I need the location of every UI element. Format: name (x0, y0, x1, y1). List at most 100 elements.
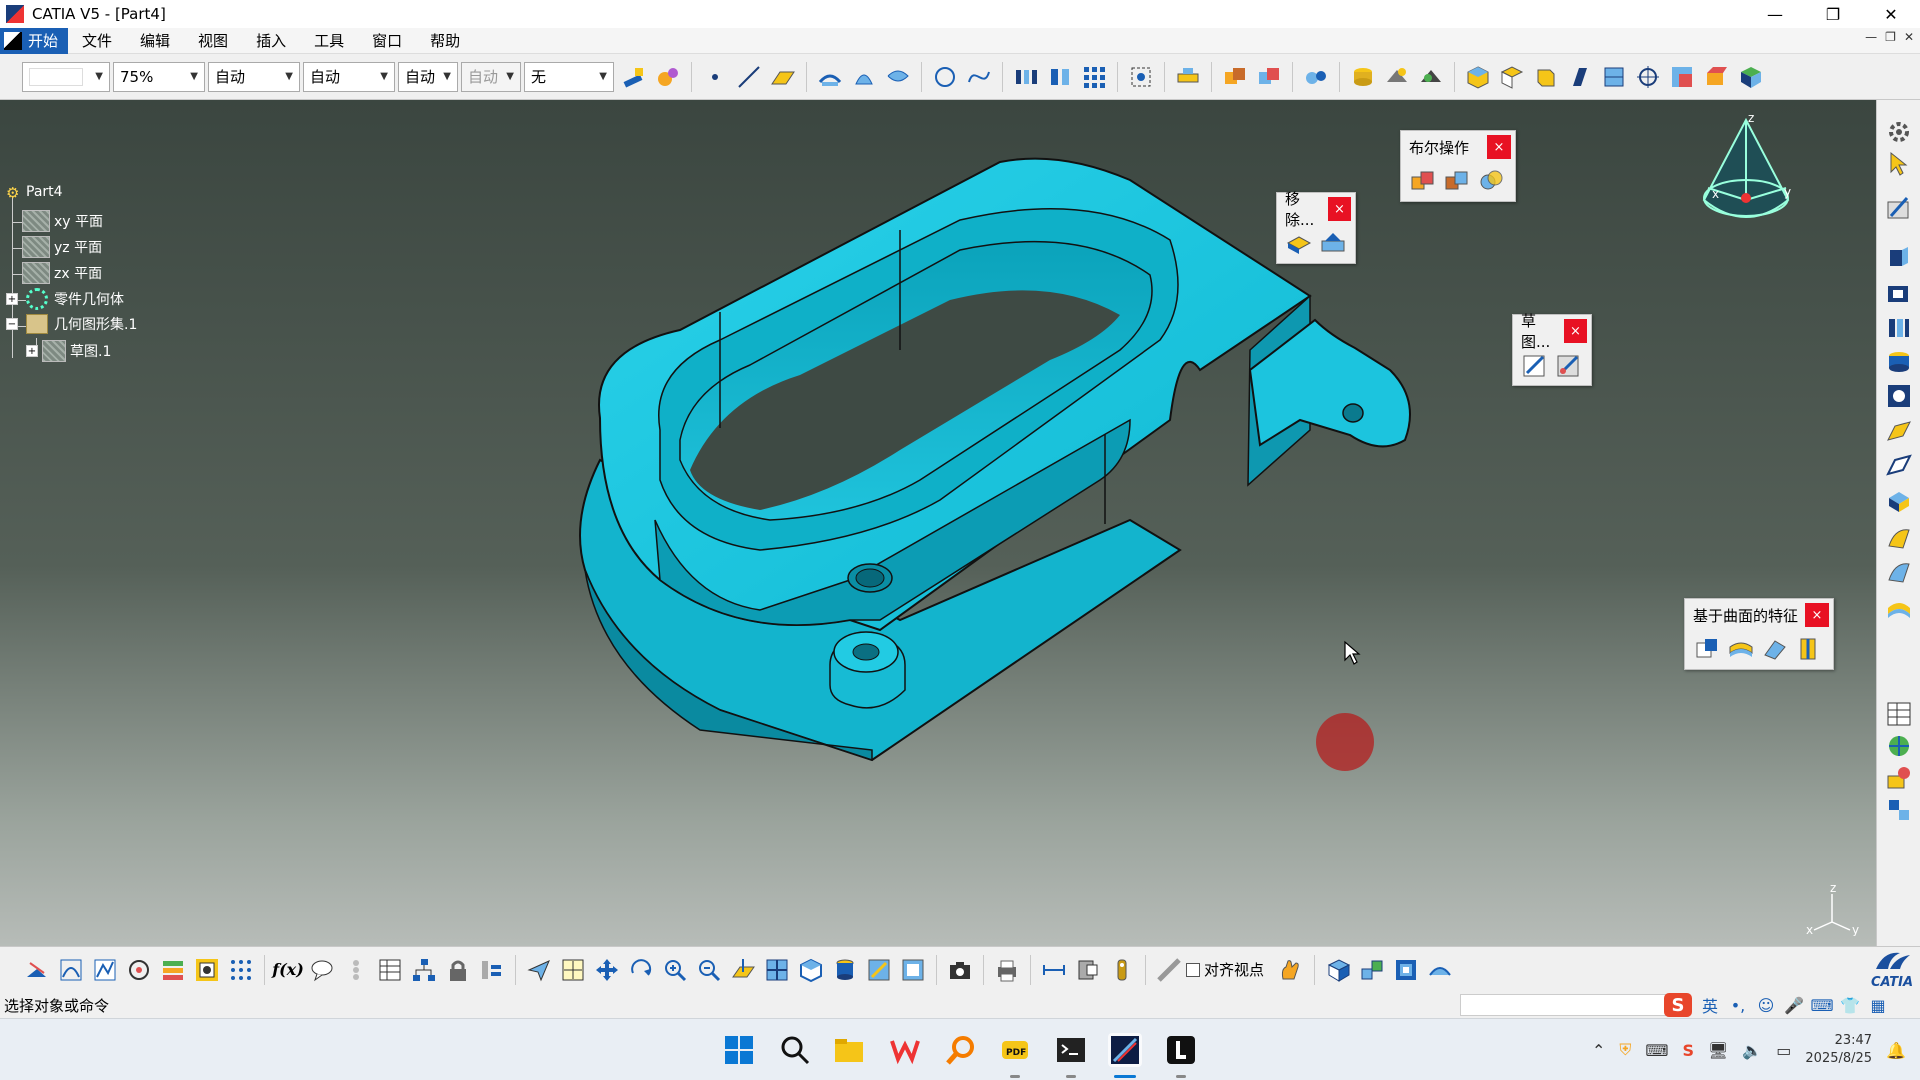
toolbox-icon[interactable]: ▦ (1868, 995, 1888, 1015)
layers-icon[interactable] (159, 956, 187, 984)
volume-icon[interactable]: 🔈 (1742, 1041, 1762, 1060)
file-explorer-icon[interactable] (832, 1033, 866, 1067)
hierarchy-icon[interactable] (410, 956, 438, 984)
repetition-icon[interactable] (1012, 63, 1040, 91)
measure-item-icon[interactable] (1074, 956, 1102, 984)
emoji-icon[interactable]: ☺ (1756, 995, 1776, 1015)
pan-arrows-icon[interactable] (593, 956, 621, 984)
stiffener-icon[interactable] (1885, 488, 1913, 516)
remove-toolbar[interactable]: 移除... × (1276, 190, 1356, 264)
circle-icon[interactable] (931, 63, 959, 91)
split-icon[interactable] (1693, 635, 1721, 663)
shading-icon[interactable] (831, 956, 859, 984)
extrude-surface-icon[interactable] (816, 63, 844, 91)
grid-icon[interactable] (227, 956, 255, 984)
knowledge-icon[interactable] (1885, 796, 1913, 824)
loft-icon[interactable] (1885, 524, 1913, 552)
fit-all-in-icon[interactable] (559, 956, 587, 984)
clock[interactable]: 23:47 2025/8/25 (1805, 1032, 1872, 1068)
toolbar-header[interactable]: 草图... × (1513, 312, 1591, 351)
multi-view-icon[interactable] (763, 956, 791, 984)
toolbar-header[interactable]: 基于曲面的特征 × (1685, 599, 1833, 631)
pdf-reader-icon[interactable]: PDF (998, 1033, 1032, 1067)
color-combo[interactable]: ▼ (22, 61, 110, 92)
add-body-icon[interactable] (1255, 63, 1283, 91)
close-icon[interactable]: × (1487, 135, 1511, 159)
chevron-up-icon[interactable]: ⌃ (1592, 1041, 1605, 1060)
assemble-icon[interactable] (1409, 167, 1437, 195)
iso-view-icon[interactable] (797, 956, 825, 984)
3d-viewport[interactable]: ⚙ Part4 xy 平面 yz 平面 zx 平面 + 零件几何体 − 几何图形… (0, 100, 1876, 946)
lock-icon[interactable] (444, 956, 472, 984)
sketcher-icon[interactable] (1885, 194, 1913, 222)
3d-part-model[interactable] (0, 100, 1876, 946)
replace-face-icon[interactable] (1319, 229, 1347, 257)
ruler-icon[interactable] (1155, 956, 1183, 984)
body-icon[interactable] (1736, 63, 1764, 91)
minimize-button[interactable]: — (1746, 0, 1804, 28)
catia-taskbar-icon[interactable] (1108, 1033, 1142, 1067)
scan-icon[interactable] (1392, 956, 1420, 984)
catalog-icon[interactable] (1324, 956, 1352, 984)
swap-visible-space-icon[interactable] (899, 956, 927, 984)
line-type-combo[interactable]: 自动 ▼ (303, 61, 395, 92)
pocket-icon[interactable] (1885, 280, 1913, 308)
notification-bell-icon[interactable]: 🔔 (1886, 1041, 1906, 1060)
terminal-icon[interactable] (1054, 1033, 1088, 1067)
zoom-out-icon[interactable] (695, 956, 723, 984)
fit-all-icon[interactable] (1127, 63, 1155, 91)
shaded-view-icon[interactable] (1383, 63, 1411, 91)
sketch-icon[interactable] (1521, 351, 1549, 379)
pan-icon[interactable] (23, 956, 51, 984)
doc-restore-icon[interactable]: ❐ (1885, 30, 1896, 44)
menu-view[interactable]: 视图 (184, 28, 242, 54)
shaft-icon[interactable] (1885, 314, 1913, 342)
globe-icon[interactable] (1885, 732, 1913, 760)
comment-icon[interactable] (308, 956, 336, 984)
plane-icon[interactable] (769, 63, 797, 91)
spline-icon[interactable] (965, 63, 993, 91)
keyboard-icon[interactable]: ⌨ (1810, 995, 1833, 1015)
surface-based-features-toolbar[interactable]: 基于曲面的特征 × (1684, 598, 1834, 670)
menu-start[interactable]: 开始 (0, 27, 69, 54)
rotate-icon[interactable] (627, 956, 655, 984)
hole-icon[interactable] (1885, 348, 1913, 376)
search-everything-icon[interactable] (944, 1033, 978, 1067)
surface-icon[interactable] (1885, 594, 1913, 622)
menu-insert[interactable]: 插入 (242, 28, 300, 54)
table-icon[interactable] (1885, 700, 1913, 728)
sketch-toolbar[interactable]: 草图... × (1512, 312, 1592, 386)
menu-file[interactable]: 文件 (68, 28, 126, 54)
part-design-icon[interactable] (1702, 63, 1730, 91)
select-arrow-icon[interactable] (1885, 150, 1913, 178)
print-icon[interactable] (993, 956, 1021, 984)
sweep-surface-icon[interactable] (884, 63, 912, 91)
snap-icon[interactable] (125, 956, 153, 984)
rendering-style-combo[interactable]: 无 ▼ (524, 61, 614, 92)
remove-loft-icon[interactable] (1885, 558, 1913, 586)
hide-show-icon[interactable] (865, 956, 893, 984)
swept-icon[interactable] (91, 956, 119, 984)
line-icon[interactable] (735, 63, 763, 91)
sew-surface-icon[interactable] (1795, 635, 1823, 663)
ime-language-toggle[interactable]: 英 (1700, 995, 1720, 1016)
view-right-icon[interactable] (1532, 63, 1560, 91)
pad-icon[interactable] (1349, 63, 1377, 91)
menu-edit[interactable]: 编辑 (126, 28, 184, 54)
ime-tray-icon[interactable]: ⌨ (1645, 1041, 1668, 1060)
sogou-ime-icon[interactable]: S (1664, 993, 1692, 1017)
slot-icon[interactable] (1885, 452, 1913, 480)
parameter-icon[interactable] (342, 956, 370, 984)
measure-inertia-icon[interactable] (1108, 956, 1136, 984)
formula-icon[interactable]: f(x) (272, 956, 304, 984)
align-viewpoint-checkbox[interactable] (1186, 962, 1200, 977)
rib-icon[interactable] (1885, 418, 1913, 446)
sketch-tool-icon[interactable] (57, 956, 85, 984)
groove-icon[interactable] (1885, 382, 1913, 410)
zoom-in-icon[interactable] (661, 956, 689, 984)
security-shield-icon[interactable]: ⛨ (1619, 1040, 1631, 1060)
compass-icon[interactable]: z x y (1688, 110, 1798, 230)
close-button[interactable]: ✕ (1862, 0, 1920, 28)
menu-help[interactable]: 帮助 (416, 28, 474, 54)
design-table-icon[interactable] (376, 956, 404, 984)
